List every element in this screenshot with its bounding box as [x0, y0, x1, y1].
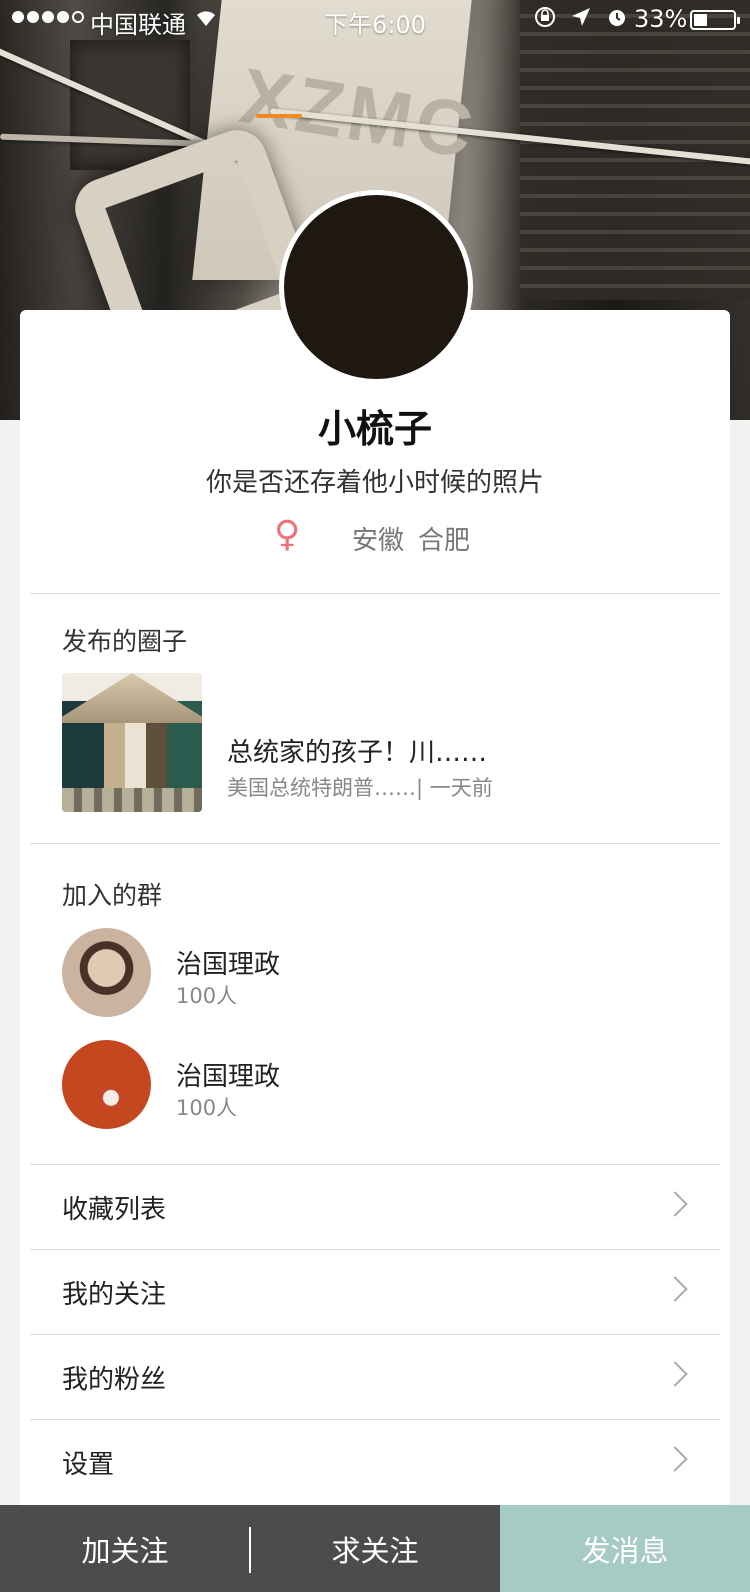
- profile-bio: 你是否还存着他小时候的照片: [205, 468, 544, 498]
- group-avatar[interactable]: [62, 928, 151, 1017]
- chevron-right-icon: [662, 1446, 688, 1472]
- location-city: 合肥: [418, 526, 471, 556]
- location-arrow-icon: [570, 6, 592, 34]
- menu-item-following[interactable]: 我的关注: [30, 1250, 720, 1334]
- bottom-action-bar: 加关注 求关注 发消息: [0, 1505, 750, 1592]
- rotation-lock-icon: [534, 6, 556, 34]
- status-bar: 中国联通 下午6:00 33%: [0, 0, 750, 40]
- location-province: 安徽: [352, 526, 405, 556]
- divider: [30, 593, 720, 594]
- cover-box: [70, 40, 190, 170]
- location: 安徽 合肥: [352, 520, 470, 557]
- menu-item-favorites[interactable]: 收藏列表: [30, 1165, 720, 1249]
- chevron-right-icon: [662, 1361, 688, 1387]
- menu-item-label: 我的粉丝: [62, 1365, 167, 1395]
- bottom-bar-separator: [249, 1527, 251, 1573]
- post-thumbnail[interactable]: [62, 673, 202, 812]
- chevron-right-icon: [662, 1276, 688, 1302]
- post-title[interactable]: 总统家的孩子！川……: [227, 732, 487, 769]
- group-avatar[interactable]: [62, 1040, 151, 1129]
- follow-button[interactable]: 加关注: [0, 1505, 250, 1592]
- battery-percent: 33%: [634, 5, 688, 33]
- posts-section-title: 发布的圈子: [62, 627, 188, 656]
- menu-item-label: 设置: [62, 1450, 115, 1480]
- profile-name: 小梳子: [317, 406, 432, 451]
- menu-item-fans[interactable]: 我的粉丝: [30, 1335, 720, 1419]
- send-message-button[interactable]: 发消息: [500, 1505, 750, 1592]
- divider: [30, 843, 720, 844]
- menu-item-label: 收藏列表: [62, 1195, 167, 1225]
- request-follow-button[interactable]: 求关注: [250, 1505, 500, 1592]
- status-icons: [534, 6, 628, 34]
- female-icon: ♀: [274, 514, 301, 555]
- group-name[interactable]: 治国理政: [176, 944, 280, 981]
- groups-section-title: 加入的群: [62, 881, 163, 910]
- group-member-count: 100人: [176, 1096, 238, 1120]
- menu-item-settings[interactable]: 设置: [30, 1420, 720, 1504]
- group-name[interactable]: 治国理政: [176, 1056, 280, 1093]
- avatar[interactable]: [284, 195, 468, 379]
- battery-icon: [690, 10, 740, 30]
- chevron-right-icon: [662, 1191, 688, 1217]
- post-meta: 美国总统特朗普……| 一天前: [227, 776, 493, 800]
- menu-item-label: 我的关注: [62, 1280, 167, 1310]
- alarm-icon: [606, 6, 628, 34]
- cover-page-indicator: [256, 114, 302, 118]
- group-member-count: 100人: [176, 984, 238, 1008]
- avatar-ring: [279, 190, 473, 384]
